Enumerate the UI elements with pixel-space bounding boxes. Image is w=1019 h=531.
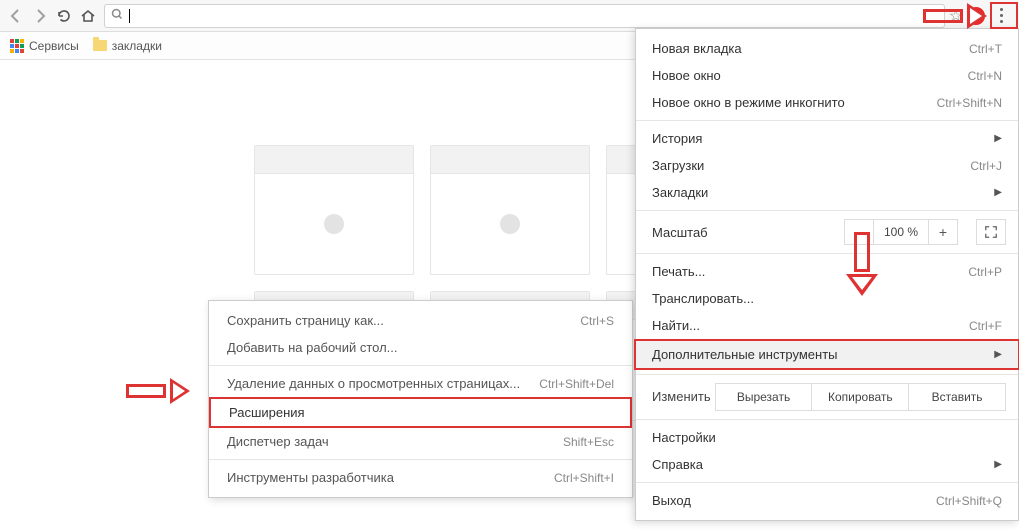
chevron-right-icon: ▶ bbox=[994, 187, 1002, 198]
menu-item-bookmarks[interactable]: Закладки ▶ bbox=[636, 179, 1018, 206]
menu-item-incognito[interactable]: Новое окно в режиме инкогнито Ctrl+Shift… bbox=[636, 89, 1018, 116]
apps-icon bbox=[10, 39, 24, 53]
reload-icon bbox=[56, 8, 72, 24]
menu-item-new-tab[interactable]: Новая вкладка Ctrl+T bbox=[636, 35, 1018, 62]
annotation-arrow-to-menu bbox=[923, 3, 987, 29]
menu-item-new-window[interactable]: Новое окно Ctrl+N bbox=[636, 62, 1018, 89]
back-button[interactable] bbox=[4, 4, 28, 28]
zoom-value: 100 % bbox=[874, 219, 928, 245]
main-menu: Новая вкладка Ctrl+T Новое окно Ctrl+N Н… bbox=[635, 28, 1019, 521]
apps-label: Сервисы bbox=[29, 39, 79, 53]
fullscreen-button[interactable] bbox=[976, 219, 1006, 245]
menu-item-history[interactable]: История ▶ bbox=[636, 125, 1018, 152]
arrow-right-icon bbox=[32, 8, 48, 24]
home-button[interactable] bbox=[76, 4, 100, 28]
annotation-arrow-to-extensions bbox=[126, 378, 190, 404]
chevron-right-icon: ▶ bbox=[994, 459, 1002, 470]
submenu-item-add-to-desktop[interactable]: Добавить на рабочий стол... bbox=[209, 334, 632, 361]
menu-item-more-tools[interactable]: Дополнительные инструменты ▶ bbox=[636, 339, 1018, 370]
text-cursor bbox=[129, 9, 130, 23]
arrow-left-icon bbox=[8, 8, 24, 24]
menu-item-settings[interactable]: Настройки bbox=[636, 424, 1018, 451]
edit-paste-button[interactable]: Вставить bbox=[909, 384, 1005, 410]
zoom-in-button[interactable]: + bbox=[928, 219, 958, 245]
home-icon bbox=[80, 8, 96, 24]
site-tile[interactable] bbox=[254, 145, 414, 275]
address-bar[interactable] bbox=[104, 4, 945, 28]
folder-icon bbox=[93, 40, 107, 51]
bookmark-folder[interactable]: закладки bbox=[93, 39, 162, 53]
submenu-item-clear-browsing-data[interactable]: Удаление данных о просмотренных страница… bbox=[209, 370, 632, 397]
menu-item-find[interactable]: Найти... Ctrl+F bbox=[636, 312, 1018, 339]
forward-button[interactable] bbox=[28, 4, 52, 28]
reload-button[interactable] bbox=[52, 4, 76, 28]
submenu-item-save-as[interactable]: Сохранить страницу как... Ctrl+S bbox=[209, 307, 632, 334]
edit-copy-button[interactable]: Копировать bbox=[812, 384, 909, 410]
chevron-right-icon: ▶ bbox=[994, 349, 1002, 360]
chevron-right-icon: ▶ bbox=[994, 133, 1002, 144]
bookmark-folder-label: закладки bbox=[112, 39, 162, 53]
search-icon bbox=[111, 8, 123, 23]
menu-item-cast[interactable]: Транслировать... bbox=[636, 285, 1018, 312]
menu-item-print[interactable]: Печать... Ctrl+P bbox=[636, 258, 1018, 285]
annotation-box-menu-button bbox=[990, 2, 1018, 29]
edit-cut-button[interactable]: Вырезать bbox=[716, 384, 813, 410]
menu-item-downloads[interactable]: Загрузки Ctrl+J bbox=[636, 152, 1018, 179]
more-tools-submenu: Сохранить страницу как... Ctrl+S Добавит… bbox=[208, 300, 633, 498]
submenu-item-dev-tools[interactable]: Инструменты разработчика Ctrl+Shift+I bbox=[209, 464, 632, 491]
submenu-item-task-manager[interactable]: Диспетчер задач Shift+Esc bbox=[209, 428, 632, 455]
submenu-item-extensions[interactable]: Расширения bbox=[209, 397, 632, 428]
menu-item-help[interactable]: Справка ▶ bbox=[636, 451, 1018, 478]
menu-item-exit[interactable]: Выход Ctrl+Shift+Q bbox=[636, 487, 1018, 514]
menu-item-edit: Изменить Вырезать Копировать Вставить bbox=[636, 379, 1018, 415]
site-tile[interactable] bbox=[430, 145, 590, 275]
apps-shortcut[interactable]: Сервисы bbox=[10, 39, 79, 53]
menu-item-zoom: Масштаб – 100 % + bbox=[636, 215, 1018, 249]
fullscreen-icon bbox=[984, 225, 998, 239]
annotation-arrow-to-more-tools bbox=[846, 232, 878, 296]
